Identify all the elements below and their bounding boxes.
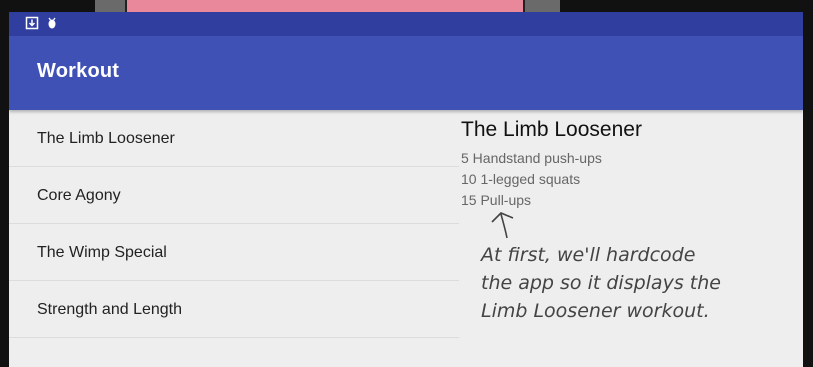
device-frame-top-left (0, 0, 95, 12)
device-frame-left (0, 0, 9, 367)
download-icon (25, 16, 39, 30)
annotation-arrow-icon (491, 212, 514, 239)
device-frame-right (803, 0, 813, 367)
device-frame-top-right (560, 0, 813, 12)
annotation-line: At first, we'll hardcode (481, 244, 696, 266)
list-item-label: Strength and Length (37, 301, 183, 318)
workout-detail: The Limb Loosener 5 Handstand push-ups 1… (461, 110, 801, 367)
bug-icon (48, 17, 56, 29)
annotation-line: the app so it displays the (481, 272, 721, 294)
status-bar (9, 12, 803, 36)
app-title: Workout (37, 60, 120, 82)
list-item[interactable]: Strength and Length (9, 281, 459, 338)
annotation-line: Limb Loosener workout. (481, 300, 710, 322)
device-frame-hinge-right (525, 0, 560, 12)
list-item[interactable]: The Limb Loosener (9, 110, 459, 167)
list-item-label: The Wimp Special (37, 244, 167, 261)
app-bar: Workout (9, 36, 803, 110)
list-item-label: Core Agony (37, 187, 121, 204)
workout-list: The Limb Loosener Core Agony The Wimp Sp… (9, 110, 459, 367)
list-item[interactable]: Core Agony (9, 167, 459, 224)
list-item[interactable]: The Wimp Special (9, 224, 459, 281)
device-screen: Workout The Limb Loosener Core Agony The… (9, 12, 803, 367)
list-item-label: The Limb Loosener (37, 130, 175, 147)
device-frame-hinge-left (95, 0, 125, 12)
device-frame-pink-panel (125, 0, 525, 12)
